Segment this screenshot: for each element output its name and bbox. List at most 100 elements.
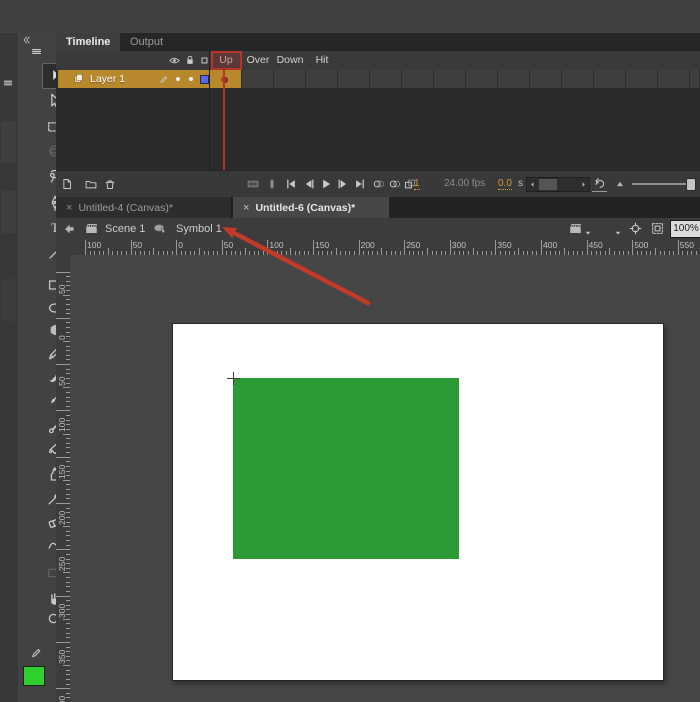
frame-cell[interactable] (370, 70, 402, 88)
clip-content-icon[interactable] (650, 221, 665, 236)
new-layer-button[interactable] (60, 177, 74, 191)
new-folder-button[interactable] (84, 177, 98, 191)
frame-cell[interactable] (242, 70, 274, 88)
edit-scene-icon[interactable] (568, 221, 583, 236)
ruler-minor-tick (63, 572, 70, 573)
tab-timeline[interactable]: Timeline (56, 33, 120, 51)
onion-skin-outlines-button[interactable] (388, 177, 402, 191)
timeline-scrollbar[interactable] (526, 177, 590, 192)
ruler-minor-tick (63, 341, 70, 342)
go-to-last-frame-button[interactable] (353, 177, 367, 191)
frame-cell[interactable] (498, 70, 530, 88)
go-to-first-frame-button[interactable] (284, 177, 298, 191)
ruler-minor-tick (518, 248, 519, 255)
frame-cell[interactable] (338, 70, 370, 88)
back-arrow-icon[interactable] (62, 222, 76, 236)
reset-timeline-zoom-icon[interactable] (592, 176, 607, 192)
layer-row[interactable]: Layer 1 (58, 70, 210, 88)
frame-cell[interactable] (434, 70, 466, 88)
ruler-minor-tick (427, 248, 428, 255)
step-back-button[interactable] (302, 177, 316, 191)
dropdown-caret-icon[interactable] (584, 229, 592, 237)
elapsed-time-value[interactable]: 0.0 (498, 178, 512, 190)
green-rectangle-shape[interactable] (233, 378, 459, 559)
scroll-left-icon[interactable] (528, 180, 537, 189)
frame-cell[interactable] (274, 70, 306, 88)
resize-panel-icon[interactable] (614, 178, 626, 190)
frame-cell[interactable] (690, 70, 700, 88)
ruler-label: 400 (543, 240, 557, 250)
marker-icon[interactable] (265, 177, 279, 191)
layer-visibility-dot[interactable] (176, 77, 180, 81)
close-tab-icon[interactable]: × (66, 202, 72, 214)
registration-crosshair-icon (227, 372, 240, 385)
playhead-line[interactable] (223, 69, 225, 170)
ruler-minor-tick (473, 248, 474, 255)
column-separator[interactable] (209, 51, 210, 170)
frame-cell[interactable] (530, 70, 562, 88)
timeline-tab-bar: Timeline Output (56, 33, 700, 51)
frame-rate-value[interactable]: 24.00 fps (444, 178, 485, 189)
onion-skin-button[interactable] (372, 177, 386, 191)
ruler-label: 300 (452, 240, 466, 250)
frame-cell[interactable] (658, 70, 690, 88)
panel-menu-icon[interactable] (2, 77, 14, 89)
frame-cell[interactable] (562, 70, 594, 88)
ruler-label: 50 (133, 240, 142, 250)
scroll-right-icon[interactable] (579, 180, 588, 189)
center-stage-icon[interactable] (628, 221, 643, 236)
close-tab-icon[interactable]: × (243, 202, 249, 214)
collapsed-panel-button[interactable] (1, 191, 16, 233)
frame-label-over[interactable]: Over (242, 51, 274, 70)
layer-name-label[interactable]: Layer 1 (90, 73, 125, 85)
layer-outline-color-swatch[interactable] (200, 75, 209, 84)
ruler-major-tick (632, 240, 633, 255)
ruler-major-tick (541, 240, 542, 255)
play-button[interactable] (319, 177, 333, 191)
scrollbar-thumb[interactable] (539, 179, 557, 190)
current-frame-value[interactable]: 1 (414, 178, 420, 190)
stage[interactable] (172, 323, 664, 681)
frame-cell[interactable] (594, 70, 626, 88)
frame-label-hit[interactable]: Hit (306, 51, 338, 70)
frame-cell[interactable] (402, 70, 434, 88)
horizontal-ruler: 10050050100150200250300350400450500550 (70, 240, 700, 256)
step-forward-button[interactable] (336, 177, 350, 191)
document-tab-untitled-6[interactable]: × Untitled-6 (Canvas)* (233, 197, 389, 218)
stroke-color-pencil-icon[interactable] (29, 645, 44, 660)
ruler-major-tick (56, 503, 70, 504)
document-tab-untitled-4[interactable]: × Untitled-4 (Canvas)* (56, 197, 232, 218)
tab-output[interactable]: Output (120, 33, 173, 51)
collapsed-panel-button[interactable] (1, 121, 16, 163)
flash-application-window: { "colors":{ "app_bg":"#414141","panel_b… (0, 0, 700, 702)
ruler-minor-tick (153, 248, 154, 255)
frame-label-down[interactable]: Down (274, 51, 306, 70)
document-tab-label[interactable]: Untitled-6 (Canvas)* (255, 202, 355, 214)
layer-type-icon (72, 72, 85, 85)
delete-layer-button[interactable] (103, 177, 117, 191)
ruler-major-tick (56, 318, 70, 319)
pasteboard[interactable] (70, 255, 700, 702)
ruler-major-tick (450, 240, 451, 255)
timeline-header-row: UpOverDownHit (56, 51, 700, 71)
frame-cell[interactable] (466, 70, 498, 88)
dropdown-caret-icon[interactable] (614, 229, 622, 237)
frame-cell[interactable] (306, 70, 338, 88)
ruler-major-tick (587, 240, 588, 255)
frame-label-strip: UpOverDownHit (56, 51, 700, 70)
timeline-panel: Timeline Output UpOverDownHit Layer 1 1 … (56, 33, 700, 197)
timeline-zoom-slider[interactable] (632, 183, 694, 185)
symbol-breadcrumb-label[interactable]: Symbol 1 (176, 223, 222, 235)
zoom-level-input[interactable]: 100% (670, 220, 700, 238)
ruler-minor-tick (655, 248, 656, 255)
playhead-frame-highlight[interactable] (211, 51, 242, 70)
collapsed-panel-button[interactable] (1, 279, 16, 321)
document-tab-label[interactable]: Untitled-4 (Canvas)* (78, 202, 173, 214)
scene-breadcrumb-label[interactable]: Scene 1 (105, 223, 145, 235)
timeline-zoom-slider-handle[interactable] (686, 178, 696, 191)
layer-lock-dot[interactable] (189, 77, 193, 81)
elapsed-time-unit: s (518, 178, 523, 189)
fill-color-swatch[interactable] (23, 666, 45, 686)
edit-symbol-icon[interactable] (598, 221, 613, 236)
frame-cell[interactable] (626, 70, 658, 88)
